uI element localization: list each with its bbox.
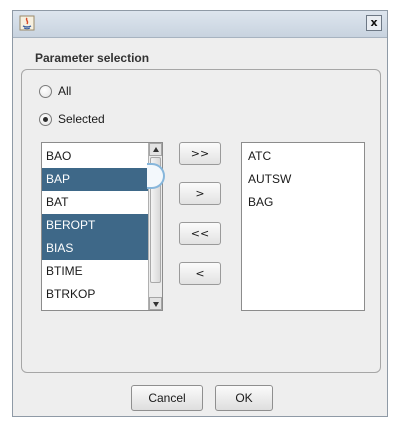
parameter-selection-dialog: x Parameter selection All Selected BAO BA…: [12, 10, 388, 417]
selected-list-item[interactable]: AUTSW: [242, 168, 348, 191]
available-list-item[interactable]: BTIME: [42, 260, 148, 283]
selected-list-item[interactable]: ATC: [242, 145, 348, 168]
remove-button[interactable]: <: [179, 262, 221, 285]
available-list-item[interactable]: BAT: [42, 191, 148, 214]
radio-selected-circle[interactable]: [39, 112, 52, 126]
selected-parameters-list[interactable]: ATC AUTSW BAG: [241, 142, 365, 311]
title-bar[interactable]: x: [13, 11, 387, 38]
close-button[interactable]: x: [366, 15, 382, 31]
selected-list-item[interactable]: BAG: [242, 191, 348, 214]
available-list-item[interactable]: BIAS: [42, 237, 148, 260]
add-all-button[interactable]: >>: [179, 142, 221, 165]
radio-selected[interactable]: Selected: [39, 110, 105, 128]
radio-all[interactable]: All: [39, 82, 71, 100]
available-list-item[interactable]: BTRKOP: [42, 283, 148, 306]
remove-all-button[interactable]: <<: [179, 222, 221, 245]
radio-all-label: All: [58, 84, 72, 98]
radio-selected-label: Selected: [58, 112, 105, 126]
available-list-item[interactable]: BEROPT: [42, 214, 148, 237]
available-list-item[interactable]: BAO: [42, 145, 148, 168]
add-button[interactable]: >: [179, 182, 221, 205]
available-parameters-list[interactable]: BAO BAP BAT BEROPT BIAS BTIME BTRKOP: [41, 142, 163, 311]
scroll-down-button[interactable]: [149, 297, 162, 310]
cancel-button[interactable]: Cancel: [131, 385, 203, 411]
available-list-item[interactable]: BAP: [42, 168, 148, 191]
group-title: Parameter selection: [35, 51, 150, 65]
ok-button[interactable]: OK: [215, 385, 273, 411]
selected-items-container: ATC AUTSW BAG: [242, 145, 348, 214]
arrow-up-icon: [153, 147, 159, 152]
arrow-down-icon: [153, 302, 159, 307]
java-app-icon: [19, 15, 35, 31]
radio-all-circle[interactable]: [39, 84, 52, 98]
available-items-container: BAO BAP BAT BEROPT BIAS BTIME BTRKOP: [42, 145, 148, 306]
scroll-up-button[interactable]: [149, 143, 162, 156]
